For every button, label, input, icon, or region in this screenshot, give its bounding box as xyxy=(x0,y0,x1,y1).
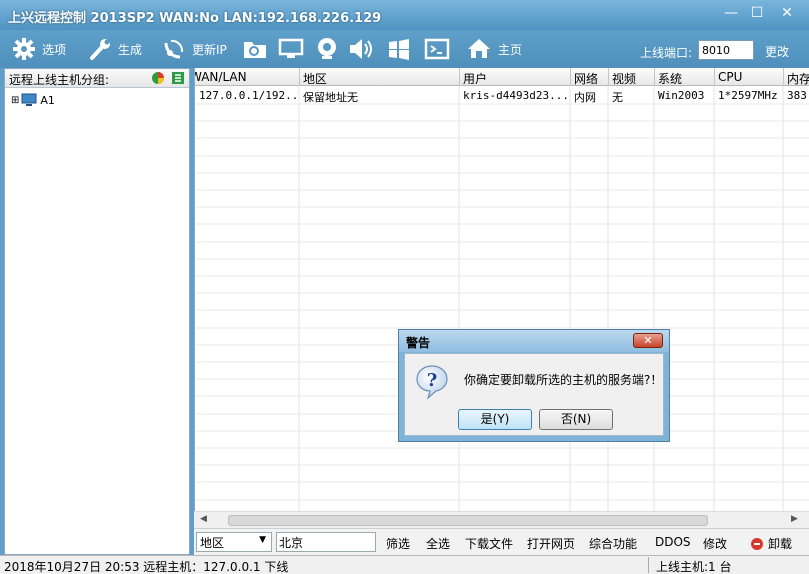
screen-button[interactable] xyxy=(278,36,304,62)
filter-input[interactable] xyxy=(276,532,376,552)
horizontal-scrollbar[interactable]: ◀ ▶ xyxy=(194,511,809,528)
filter-field-select[interactable]: 地区 ▼ xyxy=(196,532,272,552)
webcam-button[interactable] xyxy=(314,36,340,62)
filter-button[interactable]: 筛选 xyxy=(386,535,410,552)
terminal-icon xyxy=(424,38,450,60)
combined-functions-button[interactable]: 综合功能 xyxy=(589,535,637,552)
cell-video: 无 xyxy=(612,91,623,104)
satellite-icon xyxy=(164,39,184,59)
column-header-region[interactable]: 地区 xyxy=(300,68,460,86)
excel-export-icon[interactable] xyxy=(171,71,185,85)
yes-button[interactable]: 是(Y) xyxy=(458,409,532,430)
dialog-close-button[interactable]: ✕ xyxy=(633,333,663,348)
online-host-count: 上线主机:1 台 xyxy=(656,560,732,574)
monitor-icon xyxy=(278,38,304,58)
host-table: WAN/LAN 地区 用户 网络 视频 系统 CPU 内存 127.0.0.1/… xyxy=(194,68,809,511)
options-label: 选项 xyxy=(42,42,67,57)
port-input[interactable] xyxy=(698,40,754,60)
dialog-body: ? 你确定要卸载所选的主机的服务端?！ 是(Y) 否(N) xyxy=(404,353,664,436)
dialog-title-bar[interactable]: 警告 ✕ xyxy=(399,330,669,352)
column-header-wan-lan[interactable]: WAN/LAN xyxy=(195,68,300,86)
ddos-button[interactable]: DDOS xyxy=(655,535,691,549)
change-port-button[interactable]: 更改 xyxy=(765,43,789,60)
cell-region: 保留地址无 xyxy=(303,91,358,104)
tree-node-a1[interactable]: ⊞ A1 xyxy=(11,93,55,107)
update-ip-button[interactable]: 更新IP xyxy=(162,36,227,62)
cell-system: Win2003 xyxy=(658,89,705,102)
home-button[interactable]: 主页 xyxy=(466,36,522,62)
tree-node-label: A1 xyxy=(40,93,55,107)
scroll-right-icon[interactable]: ▶ xyxy=(791,514,798,524)
grid-lines xyxy=(195,86,809,511)
host-group-header: 远程上线主机分组: xyxy=(5,69,189,88)
warning-dialog: 警告 ✕ ? 你确定要卸载所选的主机的服务端?！ 是(Y) 否(N) xyxy=(398,329,670,442)
port-label: 上线端口: xyxy=(640,46,693,60)
uninstall-button[interactable]: 卸载 xyxy=(750,535,792,552)
gear-icon xyxy=(13,38,35,60)
host-group-title: 远程上线主机分组: xyxy=(9,73,110,87)
home-label: 主页 xyxy=(498,42,523,57)
close-button[interactable]: ✕ xyxy=(774,4,800,22)
modify-button[interactable]: 修改 xyxy=(703,535,727,552)
options-button[interactable]: 选项 xyxy=(12,36,66,62)
no-button[interactable]: 否(N) xyxy=(539,409,613,430)
title-bar[interactable]: 上兴远程控制 2013SP2 WAN:No LAN:192.168.226.12… xyxy=(0,0,809,30)
dialog-title: 警告 xyxy=(406,336,431,350)
main-window: 上兴远程控制 2013SP2 WAN:No LAN:192.168.226.12… xyxy=(0,0,809,574)
computer-icon xyxy=(21,93,37,106)
column-header-video[interactable]: 视频 xyxy=(609,68,655,86)
file-manager-button[interactable] xyxy=(242,36,268,62)
windows-button[interactable] xyxy=(386,36,412,62)
download-file-button[interactable]: 下载文件 xyxy=(465,535,513,552)
cell-wan-lan: 127.0.0.1/192... xyxy=(199,89,299,102)
column-header-system[interactable]: 系统 xyxy=(655,68,715,86)
cell-user: kris-d4493d23... xyxy=(463,89,569,102)
question-icon: ? xyxy=(416,365,448,400)
chevron-down-icon: ▼ xyxy=(259,535,266,545)
wrench-icon xyxy=(90,39,110,60)
column-header-network[interactable]: 网络 xyxy=(571,68,609,86)
pie-chart-icon[interactable] xyxy=(151,71,165,85)
stop-icon xyxy=(751,537,763,550)
cell-cpu: 1*2597MHz xyxy=(718,89,778,102)
build-button[interactable]: 生成 xyxy=(88,36,142,62)
build-label: 生成 xyxy=(118,42,143,57)
maximize-button[interactable]: ☐ xyxy=(744,4,770,22)
svg-text:?: ? xyxy=(427,370,438,391)
status-bar: 2018年10月27日 20:53 远程主机：127.0.0.1 下线 上线主机… xyxy=(0,555,809,574)
uninstall-label: 卸载 xyxy=(768,537,793,551)
terminal-button[interactable] xyxy=(424,36,450,62)
audio-button[interactable] xyxy=(348,36,376,62)
windows-icon xyxy=(389,39,409,60)
update-ip-label: 更新IP xyxy=(192,42,227,57)
scroll-left-icon[interactable]: ◀ xyxy=(200,514,207,524)
scrollbar-thumb[interactable] xyxy=(228,515,708,526)
column-header-user[interactable]: 用户 xyxy=(460,68,571,86)
status-divider xyxy=(648,557,649,573)
filter-bar: 地区 ▼ 筛选 全选 下载文件 打开网页 综合功能 DDOS 修改 卸载 xyxy=(194,528,809,555)
dialog-message: 你确定要卸载所选的主机的服务端?！ xyxy=(464,373,663,387)
speaker-icon xyxy=(350,39,372,59)
select-all-button[interactable]: 全选 xyxy=(426,535,450,552)
window-title: 上兴远程控制 2013SP2 WAN:No LAN:192.168.226.12… xyxy=(8,11,382,26)
column-header-memory[interactable]: 内存 xyxy=(784,68,809,86)
file-search-icon xyxy=(244,42,266,58)
home-icon xyxy=(468,39,490,58)
open-webpage-button[interactable]: 打开网页 xyxy=(527,535,575,552)
webcam-icon xyxy=(318,38,336,59)
column-header-label: WAN/LAN xyxy=(195,70,247,84)
cell-memory: 383 xyxy=(787,89,807,102)
host-group-panel: 远程上线主机分组: ⊞ A1 xyxy=(4,68,190,555)
minimize-button[interactable]: — xyxy=(718,4,744,22)
cell-network: 内网 xyxy=(574,91,596,104)
column-header-cpu[interactable]: CPU xyxy=(715,68,784,86)
status-message: 2018年10月27日 20:53 远程主机：127.0.0.1 下线 xyxy=(4,560,289,574)
filter-field-value: 地区 xyxy=(200,536,225,550)
table-header: WAN/LAN 地区 用户 网络 视频 系统 CPU 内存 xyxy=(195,68,809,86)
tree-expander-icon[interactable]: ⊞ xyxy=(11,95,19,106)
